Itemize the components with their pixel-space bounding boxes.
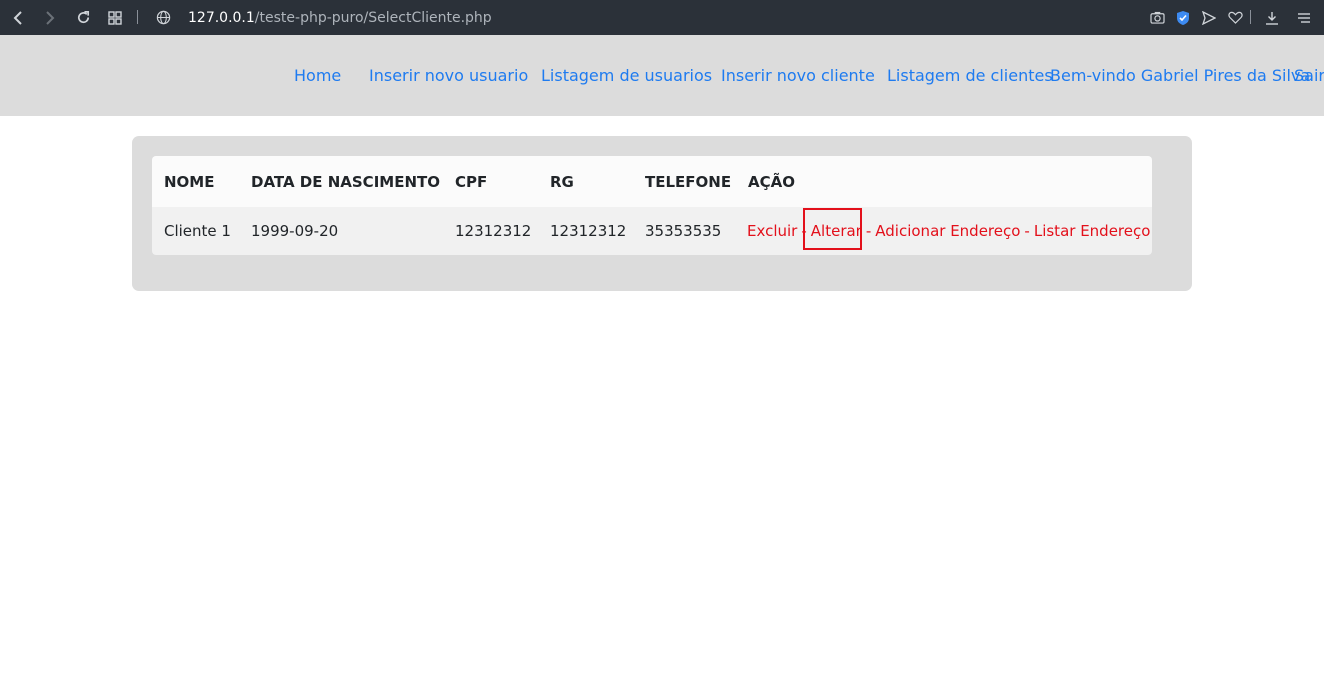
back-icon[interactable] xyxy=(8,0,28,35)
header-nome: NOME xyxy=(164,172,215,191)
top-navbar: Home Inserir novo usuario Listagem de us… xyxy=(0,35,1324,116)
browser-toolbar: 127.0.0.1/teste-php-puro/SelectCliente.p… xyxy=(0,0,1324,35)
toolbar-divider xyxy=(137,10,138,24)
cell-cpf: 12312312 xyxy=(455,222,532,240)
nav-listagem-usuarios[interactable]: Listagem de usuarios xyxy=(541,35,712,116)
table-header: NOME DATA DE NASCIMENTO CPF RG TELEFONE … xyxy=(152,156,1152,207)
action-separator: - xyxy=(801,222,807,240)
camera-icon[interactable] xyxy=(1148,0,1166,35)
header-cpf: CPF xyxy=(455,172,488,191)
clientes-card: NOME DATA DE NASCIMENTO CPF RG TELEFONE … xyxy=(132,136,1192,291)
nav-inserir-cliente[interactable]: Inserir novo cliente xyxy=(721,35,875,116)
nav-home[interactable]: Home xyxy=(294,35,341,116)
header-rg: RG xyxy=(550,172,574,191)
header-acao: AÇÃO xyxy=(748,172,795,191)
send-icon[interactable] xyxy=(1200,0,1218,35)
toolbar-divider xyxy=(1250,10,1251,24)
header-telefone: TELEFONE xyxy=(645,172,732,191)
url-path: /teste-php-puro/SelectCliente.php xyxy=(254,9,492,26)
action-separator: - xyxy=(1024,222,1030,240)
action-separator: - xyxy=(865,222,872,240)
header-nascimento: DATA DE NASCIMENTO xyxy=(251,172,440,191)
listar-endereco-link[interactable]: Listar Endereço xyxy=(1034,222,1151,240)
cell-nome: Cliente 1 xyxy=(164,222,231,240)
alterar-link[interactable]: Alterar xyxy=(811,222,862,240)
cell-telefone: 35353535 xyxy=(645,222,722,240)
heart-icon[interactable] xyxy=(1226,0,1244,35)
cell-nascimento: 1999-09-20 xyxy=(251,222,339,240)
url-host: 127.0.0.1 xyxy=(188,9,255,26)
nav-inserir-usuario[interactable]: Inserir novo usuario xyxy=(369,35,528,116)
menu-icon[interactable] xyxy=(1295,0,1313,35)
tabs-grid-icon[interactable] xyxy=(105,0,125,35)
shield-icon[interactable] xyxy=(1174,0,1192,35)
excluir-link[interactable]: Excluir xyxy=(747,222,797,240)
reload-icon[interactable] xyxy=(73,0,93,35)
address-bar[interactable]: 127.0.0.1/teste-php-puro/SelectCliente.p… xyxy=(188,0,492,35)
adicionar-endereco-link[interactable]: Adicionar Endereço xyxy=(875,222,1020,240)
cell-acoes: Excluir - Alterar - Adicionar Endereço -… xyxy=(747,207,1150,255)
nav-listagem-clientes[interactable]: Listagem de clientes xyxy=(887,35,1053,116)
nav-welcome-user[interactable]: Bem-vindo Gabriel Pires da Silva xyxy=(1050,35,1310,116)
table-row: Cliente 1 1999-09-20 12312312 12312312 3… xyxy=(152,207,1152,255)
download-icon[interactable] xyxy=(1263,0,1281,35)
nav-sair[interactable]: Sair xyxy=(1294,35,1324,116)
globe-icon xyxy=(153,0,173,35)
clientes-table: NOME DATA DE NASCIMENTO CPF RG TELEFONE … xyxy=(152,156,1152,255)
forward-icon[interactable] xyxy=(40,0,60,35)
cell-rg: 12312312 xyxy=(550,222,627,240)
